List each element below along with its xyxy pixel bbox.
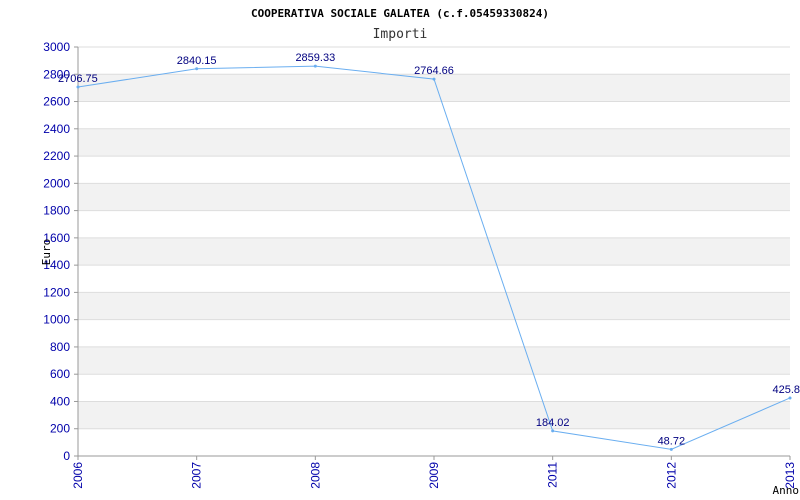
y-tick-label: 400 xyxy=(50,394,70,408)
y-tick-label: 1200 xyxy=(43,285,70,299)
grid-band xyxy=(78,401,790,429)
y-tick-label: 600 xyxy=(50,367,70,381)
grid-band xyxy=(78,237,790,266)
grid-bands xyxy=(78,74,790,429)
x-tick-label: 2009 xyxy=(427,462,441,489)
x-tick-label: 2007 xyxy=(190,462,204,489)
chart-title: COOPERATIVA SOCIALE GALATEA (c.f.0545933… xyxy=(251,7,549,20)
chart-subtitle: Importi xyxy=(373,27,428,42)
grid-band xyxy=(78,128,790,157)
data-point xyxy=(669,447,673,451)
line-chart: COOPERATIVA SOCIALE GALATEA (c.f.0545933… xyxy=(40,7,800,497)
y-tick-label: 2200 xyxy=(43,149,70,163)
x-tick-label: 2012 xyxy=(664,462,678,489)
y-tick-label: 0 xyxy=(63,449,70,463)
y-axis-label: Euro xyxy=(40,239,53,266)
data-label: 2764.66 xyxy=(414,65,454,77)
x-axis-label: Anno xyxy=(773,484,800,497)
x-tick-label: 2006 xyxy=(71,462,85,489)
data-label: 48.72 xyxy=(658,435,686,447)
x-tick-label: 2008 xyxy=(308,462,322,489)
x-axis-ticks: 2006 2007 2008 2009 2011 2012 2013 xyxy=(71,456,797,489)
data-label: 425.8 xyxy=(772,384,800,396)
grid-band xyxy=(78,292,790,320)
data-point xyxy=(551,429,555,433)
data-label: 184.02 xyxy=(536,417,570,429)
y-tick-label: 1800 xyxy=(43,204,70,218)
data-label: 2859.33 xyxy=(295,52,335,64)
data-point xyxy=(432,77,436,81)
y-tick-label: 2600 xyxy=(43,95,70,109)
y-tick-label: 2000 xyxy=(43,176,70,190)
y-tick-label: 1000 xyxy=(43,313,70,327)
y-tick-label: 3000 xyxy=(43,40,70,54)
y-tick-label: 800 xyxy=(50,340,70,354)
grid-band xyxy=(78,346,790,375)
y-tick-label: 200 xyxy=(50,422,70,436)
data-point xyxy=(313,64,317,68)
data-point xyxy=(76,85,80,89)
grid-band xyxy=(78,183,790,211)
data-label: 2706.75 xyxy=(58,73,98,85)
data-label: 2840.15 xyxy=(177,55,217,67)
data-point xyxy=(788,396,792,400)
y-tick-label: 2400 xyxy=(43,122,70,136)
x-tick-label: 2011 xyxy=(546,462,560,488)
data-point xyxy=(195,67,199,71)
